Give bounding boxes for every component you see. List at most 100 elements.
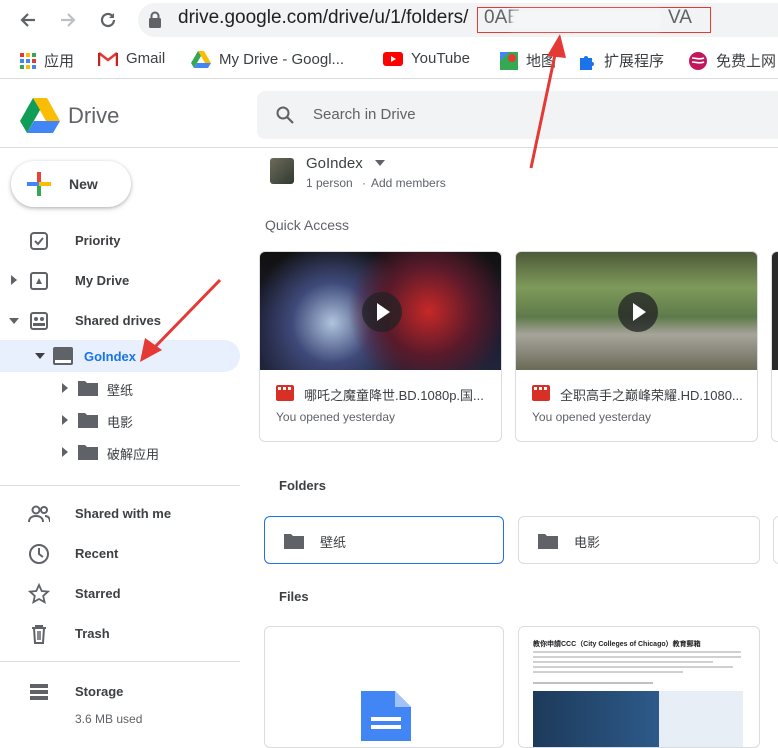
lock-icon bbox=[149, 11, 161, 28]
sidebar-item-recent[interactable]: Recent bbox=[0, 537, 240, 569]
quick-access-card[interactable]: 全职高手之巅峰荣耀.HD.1080... You opened yesterda… bbox=[515, 251, 758, 442]
shared-drives-icon bbox=[30, 312, 48, 330]
storage-used: 3.6 MB used bbox=[75, 712, 143, 726]
folder-icon bbox=[78, 445, 98, 460]
plus-icon bbox=[27, 172, 51, 196]
drive-icon bbox=[191, 51, 211, 68]
search-input[interactable]: Search in Drive bbox=[313, 106, 416, 123]
doc-preview-image bbox=[533, 691, 743, 747]
bookmark-my-drive[interactable]: My Drive - Googl... bbox=[191, 50, 344, 68]
sidebar-item-storage[interactable]: Storage bbox=[0, 675, 240, 707]
my-drive-icon bbox=[30, 272, 48, 290]
back-button[interactable] bbox=[14, 6, 42, 34]
bookmark-label: My Drive - Googl... bbox=[219, 50, 345, 68]
quick-access-card[interactable]: 哪吒之魔童降世.BD.1080p.国... You opened yesterd… bbox=[259, 251, 502, 442]
reload-button[interactable] bbox=[94, 6, 122, 34]
sidebar-item-starred[interactable]: Starred bbox=[0, 577, 240, 609]
folder-name[interactable]: GoIndex bbox=[306, 155, 363, 172]
folder-avatar bbox=[270, 158, 294, 184]
gmail-icon bbox=[98, 51, 118, 66]
shield-icon bbox=[689, 51, 707, 70]
sidebar-item-shared-drives[interactable]: Shared drives bbox=[0, 304, 240, 336]
video-thumbnail bbox=[772, 252, 778, 370]
bookmark-extensions[interactable]: 扩展程序 bbox=[578, 50, 664, 71]
forward-arrow-icon bbox=[61, 13, 76, 27]
sidebar-item-label: My Drive bbox=[75, 272, 130, 288]
bookmark-free-net[interactable]: 免费上网 bbox=[688, 50, 776, 71]
folder-card-partial[interactable] bbox=[773, 516, 778, 564]
folders-heading: Folders bbox=[279, 478, 326, 493]
bookmark-label: Gmail bbox=[126, 50, 166, 67]
puzzle-icon bbox=[580, 55, 594, 70]
youtube-icon bbox=[383, 51, 403, 66]
priority-check-icon bbox=[30, 232, 48, 250]
search-icon[interactable] bbox=[276, 106, 294, 124]
sidebar-item-label: Shared with me bbox=[75, 505, 172, 521]
sidebar-item-label: Storage bbox=[75, 683, 124, 699]
folder-menu-dropdown-icon[interactable] bbox=[375, 160, 385, 166]
bookmark-label: YouTube bbox=[411, 50, 470, 67]
file-card[interactable]: 教你申請CCC（City Colleges of Chicago）教育郵箱 bbox=[518, 626, 760, 748]
sidebar-item-label: Priority bbox=[75, 232, 121, 248]
folder-icon bbox=[284, 534, 304, 549]
file-card[interactable] bbox=[264, 626, 504, 748]
quick-access-heading: Quick Access bbox=[265, 217, 350, 233]
sidebar-subfolder[interactable]: 破解应用 bbox=[0, 436, 240, 468]
folder-card-label: 壁纸 bbox=[320, 535, 347, 550]
people-icon bbox=[28, 505, 50, 523]
sidebar-item-label: GoIndex bbox=[84, 349, 137, 364]
sidebar-item-label: Starred bbox=[75, 585, 121, 601]
card-subtitle: You opened yesterday bbox=[276, 410, 395, 424]
maps-icon bbox=[500, 51, 518, 70]
redacted-area bbox=[511, 10, 661, 30]
files-heading: Files bbox=[279, 589, 309, 604]
bookmark-gmail[interactable]: Gmail bbox=[98, 50, 165, 67]
sidebar-item-label: Recent bbox=[75, 545, 119, 561]
folder-card-label: 电影 bbox=[574, 535, 601, 550]
video-file-icon bbox=[276, 385, 294, 401]
play-icon bbox=[362, 292, 402, 332]
doc-preview-line bbox=[533, 682, 653, 684]
folder-card[interactable]: 电影 bbox=[518, 516, 760, 564]
reload-icon bbox=[100, 12, 116, 28]
new-button[interactable]: New bbox=[11, 161, 131, 207]
collapse-arrow-icon bbox=[9, 318, 19, 324]
sidebar-item-goindex[interactable]: GoIndex bbox=[0, 340, 240, 372]
forward-button[interactable] bbox=[54, 6, 82, 34]
doc-preview-line bbox=[533, 656, 741, 658]
folder-icon bbox=[78, 413, 98, 428]
add-members-link[interactable]: Add members bbox=[371, 176, 446, 190]
expand-arrow-icon bbox=[11, 275, 17, 285]
header-divider bbox=[0, 147, 778, 148]
doc-preview-line bbox=[533, 671, 683, 673]
star-icon bbox=[28, 583, 50, 604]
sidebar-item-label: Shared drives bbox=[75, 312, 161, 328]
new-button-label: New bbox=[69, 176, 98, 192]
sidebar-subfolder[interactable]: 壁纸 bbox=[0, 372, 240, 404]
sidebar-item-priority[interactable]: Priority bbox=[0, 224, 240, 256]
doc-preview-line bbox=[533, 651, 741, 653]
drive-logo-icon[interactable] bbox=[20, 97, 60, 133]
sidebar-item-my-drive[interactable]: My Drive bbox=[0, 264, 240, 296]
bookmark-maps[interactable]: 地图 bbox=[500, 50, 556, 71]
quick-access-card-partial[interactable] bbox=[771, 251, 778, 442]
card-subtitle: You opened yesterday bbox=[532, 410, 651, 424]
sidebar-divider bbox=[0, 661, 240, 662]
sidebar-item-label: Trash bbox=[75, 625, 110, 641]
sidebar-item-trash[interactable]: Trash bbox=[0, 617, 240, 649]
sidebar-item-shared-with-me[interactable]: Shared with me bbox=[0, 497, 240, 529]
folder-icon bbox=[538, 534, 558, 549]
doc-preview-heading: 教你申請CCC（City Colleges of Chicago）教育郵箱 bbox=[533, 641, 701, 648]
bookmark-youtube[interactable]: YouTube bbox=[383, 50, 470, 67]
collapse-arrow-icon bbox=[35, 353, 45, 359]
sidebar-subfolder[interactable]: 电影 bbox=[0, 404, 240, 436]
bookmark-apps[interactable]: 应用 bbox=[20, 50, 74, 71]
bookmark-label: 免费上网 bbox=[716, 53, 777, 70]
folder-card[interactable]: 壁纸 bbox=[264, 516, 504, 564]
back-arrow-icon bbox=[20, 13, 35, 27]
doc-preview-line bbox=[533, 666, 733, 668]
expand-arrow-icon bbox=[62, 383, 68, 393]
member-count[interactable]: 1 person bbox=[306, 176, 353, 190]
bookmark-label: 地图 bbox=[526, 53, 557, 70]
shared-drive-icon bbox=[53, 347, 73, 365]
